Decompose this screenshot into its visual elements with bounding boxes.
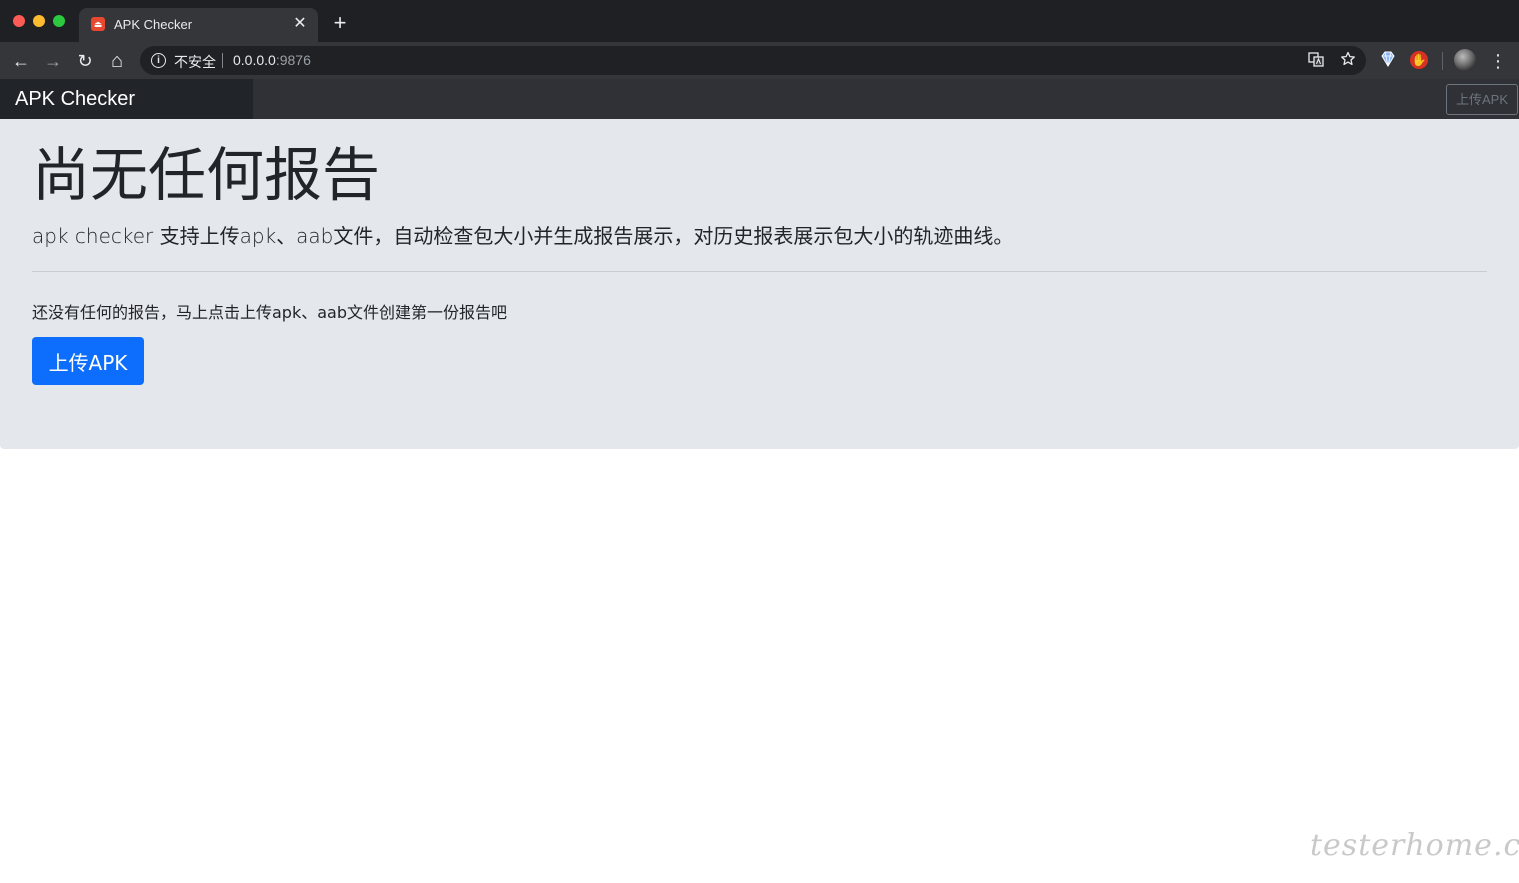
url-port: :9876	[275, 52, 311, 68]
empty-state-jumbotron: 尚无任何报告 apk checker 支持上传apk、aab文件，自动检查包大小…	[0, 119, 1519, 449]
tab-close-icon[interactable]: ✕	[290, 14, 310, 34]
browser-toolbar: ← → ↻ ⌂ i 不安全 0.0.0.0:9876 ✋ ⋮	[0, 42, 1519, 79]
bookmark-star-icon[interactable]	[1338, 51, 1358, 71]
brand-logo[interactable]: APK Checker	[0, 79, 253, 119]
security-label[interactable]: 不安全	[174, 52, 216, 72]
browser-tab-bar: ⏏ APK Checker ✕ +	[0, 0, 1519, 42]
browser-tab-active[interactable]: ⏏ APK Checker ✕	[79, 8, 318, 42]
app-navbar: APK Checker 上传APK	[0, 79, 1519, 119]
window-close-button[interactable]	[13, 15, 25, 27]
new-tab-button[interactable]: +	[328, 11, 352, 35]
address-bar[interactable]: i 不安全 0.0.0.0:9876	[140, 46, 1366, 75]
browser-menu-icon[interactable]: ⋮	[1488, 49, 1508, 73]
navbar-upload-apk-button[interactable]: 上传APK	[1446, 84, 1518, 115]
back-icon[interactable]: ←	[9, 49, 33, 73]
watermark-text: testerhome.com	[1310, 828, 1519, 863]
home-icon[interactable]: ⌂	[105, 49, 129, 73]
divider	[32, 271, 1487, 272]
toolbar-divider	[1442, 52, 1443, 70]
translate-icon[interactable]	[1306, 51, 1326, 71]
window-zoom-button[interactable]	[53, 15, 65, 27]
lead-description: apk checker 支持上传apk、aab文件，自动检查包大小并生成报告展示…	[32, 224, 1014, 248]
empty-state-message: 还没有任何的报告，马上点击上传apk、aab文件创建第一份报告吧	[32, 303, 507, 322]
extension-gem-icon[interactable]	[1378, 50, 1398, 70]
tab-title: APK Checker	[114, 17, 193, 32]
url-host: 0.0.0.0	[233, 52, 276, 68]
page-title: 尚无任何报告	[32, 141, 381, 209]
profile-avatar[interactable]	[1454, 49, 1476, 71]
omnibox-divider	[222, 53, 223, 68]
url-text[interactable]: 0.0.0.0:9876	[233, 52, 311, 68]
upload-apk-button[interactable]: 上传APK	[32, 337, 144, 385]
info-icon[interactable]: i	[151, 53, 166, 68]
extension-adblock-icon[interactable]: ✋	[1410, 51, 1428, 69]
forward-icon[interactable]: →	[41, 49, 65, 73]
favicon-icon: ⏏	[91, 17, 105, 31]
reload-icon[interactable]: ↻	[73, 49, 97, 73]
window-minimize-button[interactable]	[33, 15, 45, 27]
